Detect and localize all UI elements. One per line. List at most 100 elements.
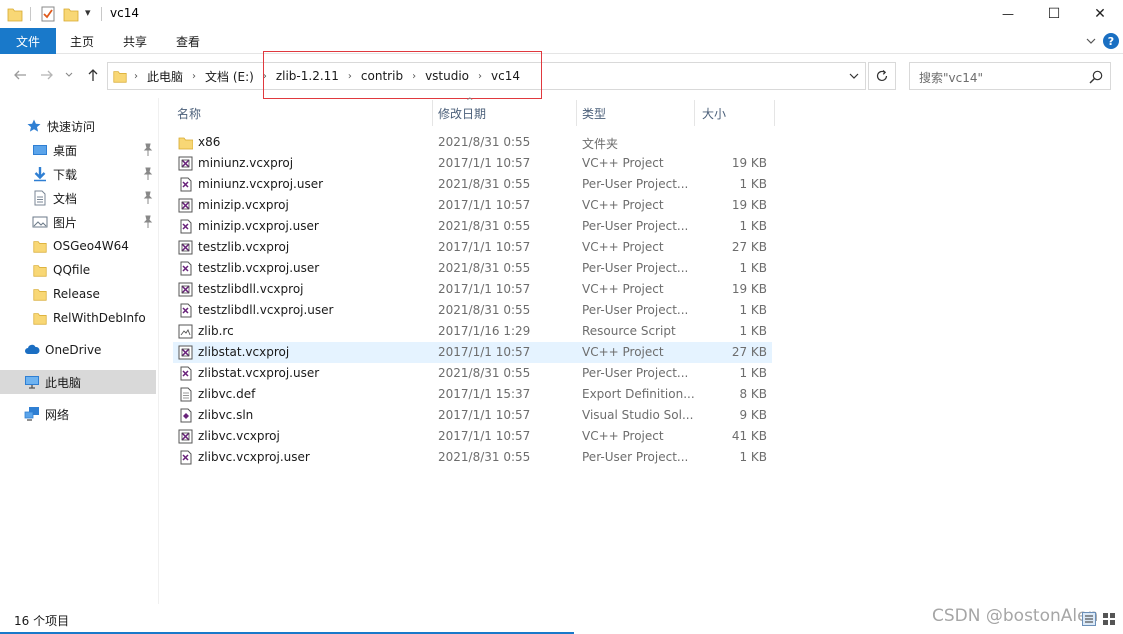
quick-access-dropdown-icon[interactable]: ▾ <box>85 6 91 19</box>
file-date: 2017/1/1 10:57 <box>438 408 531 422</box>
pin-icon <box>143 191 153 204</box>
expand-ribbon-icon[interactable] <box>1083 33 1099 49</box>
column-header-date[interactable]: 修改日期 <box>438 98 576 128</box>
rc-icon <box>178 324 193 339</box>
file-row[interactable]: zlibvc.vcxproj 2017/1/1 10:57 VC++ Project… <box>173 426 772 447</box>
column-divider[interactable] <box>432 100 433 126</box>
nav-item-network[interactable]: 网络 <box>0 402 156 426</box>
document-icon <box>34 190 46 206</box>
file-row[interactable]: x86 2021/8/31 0:55 文件夹 <box>173 132 772 153</box>
file-date: 2021/8/31 0:55 <box>438 135 531 149</box>
nav-item-desktop[interactable]: 桌面 <box>0 138 156 162</box>
column-divider[interactable] <box>774 100 775 126</box>
file-row[interactable]: zlibvc.sln 2017/1/1 10:57 Visual Studio So… <box>173 405 772 426</box>
nav-item-onedrive[interactable]: OneDrive <box>0 338 156 362</box>
maximize-button[interactable]: ☐ <box>1031 0 1077 28</box>
search-box[interactable]: 搜索"vc14" <box>909 62 1111 90</box>
vcxproj-icon <box>178 198 193 213</box>
file-row[interactable]: testzlib.vcxproj 2017/1/1 10:57 VC++ Proje… <box>173 237 772 258</box>
up-button[interactable] <box>84 66 102 84</box>
breadcrumb-separator[interactable]: › <box>186 71 202 82</box>
back-arrow-icon <box>14 70 26 80</box>
file-row[interactable]: zlibstat.vcxproj.user 2021/8/31 0:55 Per-U… <box>173 363 772 384</box>
file-row[interactable]: zlibstat.vcxproj 2017/1/1 10:57 VC++ Proje… <box>173 342 772 363</box>
nav-item-release[interactable]: Release <box>0 282 156 306</box>
properties-icon[interactable] <box>40 5 56 23</box>
address-history-button[interactable] <box>843 63 865 89</box>
search-input[interactable]: 搜索"vc14" <box>919 69 983 86</box>
file-date: 2017/1/1 10:57 <box>438 198 531 212</box>
back-button[interactable] <box>11 66 29 84</box>
tab-file[interactable]: 文件 <box>0 28 56 54</box>
file-name: zlibstat.vcxproj <box>198 345 290 359</box>
recent-locations-button[interactable] <box>62 66 76 84</box>
nav-item-documents[interactable]: 文档 <box>0 186 156 210</box>
folder-icon[interactable] <box>7 5 23 23</box>
breadcrumb-separator[interactable]: › <box>342 71 358 82</box>
file-type: Per-User Project... <box>582 177 689 191</box>
large-icons-view-icon[interactable] <box>1102 612 1116 626</box>
forward-button[interactable] <box>38 66 56 84</box>
nav-item-qqfile[interactable]: QQfile <box>0 258 156 282</box>
file-type: Export Definition... <box>582 387 695 401</box>
file-row[interactable]: testzlibdll.vcxproj.user 2021/8/31 0:55 Pe… <box>173 300 772 321</box>
nav-item-quick-access[interactable]: 快速访问 <box>0 114 156 138</box>
breadcrumb-separator[interactable]: › <box>128 71 144 82</box>
file-date: 2021/8/31 0:55 <box>438 177 531 191</box>
close-button[interactable]: ✕ <box>1077 0 1123 28</box>
breadcrumb-contrib[interactable]: contrib <box>358 69 406 83</box>
address-bar[interactable]: › 此电脑 › 文档 (E:) › zlib-1.2.11 › contrib … <box>107 62 866 90</box>
breadcrumb-separator[interactable]: › <box>472 71 488 82</box>
vs-user-icon <box>180 261 192 276</box>
file-row[interactable]: zlib.rc 2017/1/16 1:29 Resource Script 1 KB <box>173 321 772 342</box>
file-row[interactable]: miniunz.vcxproj.user 2021/8/31 0:55 Per-Us… <box>173 174 772 195</box>
breadcrumb-documents-drive[interactable]: 文档 (E:) <box>202 68 257 85</box>
folder-icon <box>33 289 47 301</box>
tab-view[interactable]: 查看 <box>176 28 200 54</box>
file-row[interactable]: testzlib.vcxproj.user 2021/8/31 0:55 Per-U… <box>173 258 772 279</box>
help-icon[interactable]: ? <box>1103 33 1119 49</box>
file-size: 19 KB <box>731 282 767 296</box>
file-row[interactable]: zlibvc.vcxproj.user 2021/8/31 0:55 Per-Use… <box>173 447 772 468</box>
file-name: zlib.rc <box>198 324 234 338</box>
breadcrumb-vstudio[interactable]: vstudio <box>422 69 472 83</box>
nav-item-label: 图片 <box>53 215 78 230</box>
refresh-button[interactable] <box>868 62 896 90</box>
nav-item-this-pc[interactable]: 此电脑 <box>0 370 156 394</box>
breadcrumb-vc14[interactable]: vc14 <box>488 69 523 83</box>
details-view-icon[interactable] <box>1082 612 1096 626</box>
search-icon[interactable] <box>1088 69 1104 85</box>
breadcrumb-separator[interactable]: › <box>257 71 273 82</box>
nav-item-relwithdebinfo[interactable]: RelWithDebInfo <box>0 306 156 330</box>
file-size: 1 KB <box>739 177 767 191</box>
column-divider[interactable] <box>694 100 695 126</box>
file-type: VC++ Project <box>582 240 664 254</box>
breadcrumb-zlib[interactable]: zlib-1.2.11 <box>273 69 342 83</box>
nav-item-osgeo4w64[interactable]: OSGeo4W64 <box>0 234 156 258</box>
file-row[interactable]: minizip.vcxproj.user 2021/8/31 0:55 Per-Us… <box>173 216 772 237</box>
minimize-button[interactable]: — <box>985 0 1031 28</box>
vs-user-icon <box>180 177 192 192</box>
chevron-down-icon <box>65 72 73 77</box>
file-row[interactable]: testzlibdll.vcxproj 2017/1/1 10:57 VC++ Pr… <box>173 279 772 300</box>
nav-item-label: 快速访问 <box>47 119 96 134</box>
column-divider[interactable] <box>576 100 577 126</box>
file-row[interactable]: zlibvc.def 2017/1/1 15:37 Export Definitio… <box>173 384 772 405</box>
file-row[interactable]: minizip.vcxproj 2017/1/1 10:57 VC++ Projec… <box>173 195 772 216</box>
nav-item-label: OSGeo4W64 <box>53 239 129 253</box>
nav-item-label: 网络 <box>45 407 70 422</box>
nav-item-pictures[interactable]: 图片 <box>0 210 156 234</box>
tab-share[interactable]: 共享 <box>123 28 147 54</box>
file-row[interactable]: miniunz.vcxproj 2017/1/1 10:57 VC++ Projec… <box>173 153 772 174</box>
file-size: 9 KB <box>739 408 767 422</box>
nav-item-downloads[interactable]: 下载 <box>0 162 156 186</box>
breadcrumb-this-pc[interactable]: 此电脑 <box>144 68 186 85</box>
column-header-name[interactable]: 名称 <box>177 98 432 128</box>
column-header-size[interactable]: 大小 <box>702 98 774 128</box>
column-header-type[interactable]: 类型 <box>582 98 694 128</box>
pane-divider[interactable] <box>158 98 159 604</box>
file-date: 2017/1/1 10:57 <box>438 345 531 359</box>
tab-home[interactable]: 主页 <box>70 28 94 54</box>
new-folder-icon[interactable] <box>63 5 79 23</box>
breadcrumb-separator[interactable]: › <box>406 71 422 82</box>
